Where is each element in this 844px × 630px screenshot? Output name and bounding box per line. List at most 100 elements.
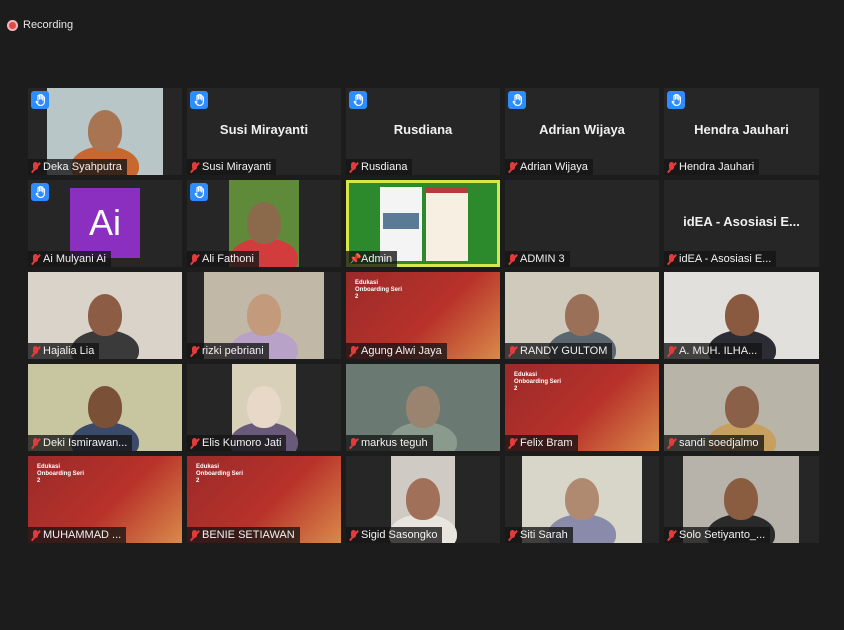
slide-title: Edukasi Onboarding Seri 2 bbox=[355, 280, 403, 300]
mic-muted-icon bbox=[31, 437, 40, 449]
participant-tile[interactable]: Sigid Sasongko bbox=[346, 456, 500, 543]
mic-muted-icon bbox=[508, 345, 517, 357]
mic-muted-icon bbox=[508, 253, 517, 265]
participant-name: sandi soedjalmo bbox=[679, 437, 759, 449]
participant-name-bar: Hajalia Lia bbox=[28, 343, 100, 359]
profile-logo: Ai bbox=[70, 188, 140, 258]
mic-muted-icon bbox=[31, 253, 40, 265]
participant-name: BENIE SETIAWAN bbox=[202, 529, 295, 541]
participant-tile[interactable]: Siti Sarah bbox=[505, 456, 659, 543]
shared-screen-page-left bbox=[380, 187, 422, 261]
participant-tile[interactable]: Hajalia Lia bbox=[28, 272, 182, 359]
participant-face bbox=[565, 478, 599, 520]
participant-name: RANDY GULTOM bbox=[520, 345, 608, 357]
participant-name-bar: Solo Setiyanto_... bbox=[664, 527, 771, 543]
participant-name-bar: Rusdiana bbox=[346, 159, 413, 175]
pin-icon: 📌 bbox=[349, 253, 362, 265]
participant-tile[interactable]: sandi soedjalmo bbox=[664, 364, 819, 451]
participant-name-bar: Adrian Wijaya bbox=[505, 159, 593, 175]
mic-muted-icon bbox=[349, 437, 358, 449]
participant-name: rizki pebriani bbox=[202, 345, 264, 357]
participant-face bbox=[565, 294, 599, 336]
participant-tile[interactable]: Edukasi Onboarding Seri 2 Felix Bram bbox=[505, 364, 659, 451]
participant-name: Ai Mulyani Ai bbox=[43, 253, 106, 265]
mic-muted-icon bbox=[190, 253, 199, 265]
participant-tile[interactable]: Deki Ismirawan... bbox=[28, 364, 182, 451]
participant-name: Solo Setiyanto_... bbox=[679, 529, 766, 541]
participant-name: A. MUH. ILHA... bbox=[679, 345, 758, 357]
participant-name: Ali Fathoni bbox=[202, 253, 254, 265]
mic-muted-icon bbox=[349, 161, 358, 173]
participant-tile[interactable]: Solo Setiyanto_... bbox=[664, 456, 819, 543]
participant-tile[interactable]: Adrian Wijaya Adrian Wijaya bbox=[505, 88, 659, 175]
participant-tile[interactable]: RANDY GULTOM bbox=[505, 272, 659, 359]
raised-hand-icon bbox=[190, 91, 208, 109]
raised-hand-icon bbox=[667, 91, 685, 109]
participant-tile[interactable]: Edukasi Onboarding Seri 2 BENIE SETIAWAN bbox=[187, 456, 341, 543]
participant-name-bar: Siti Sarah bbox=[505, 527, 573, 543]
participant-tile[interactable]: A. MUH. ILHA... bbox=[664, 272, 819, 359]
participant-name-bar: Hendra Jauhari bbox=[664, 159, 760, 175]
mic-muted-icon bbox=[667, 437, 676, 449]
participant-name-bar: Susi Mirayanti bbox=[187, 159, 277, 175]
participant-name: Felix Bram bbox=[520, 437, 573, 449]
shared-screen-image bbox=[383, 213, 419, 229]
mic-muted-icon bbox=[349, 345, 358, 357]
participant-name: markus teguh bbox=[361, 437, 428, 449]
participant-name-bar: Ali Fathoni bbox=[187, 251, 259, 267]
mic-muted-icon bbox=[667, 253, 676, 265]
participant-tile[interactable]: ADMIN 3 bbox=[505, 180, 659, 267]
participant-display-name: idEA - Asosiasi E... bbox=[683, 214, 800, 229]
mic-muted-icon bbox=[190, 529, 199, 541]
participant-tile[interactable]: Edukasi Onboarding Seri 2 MUHAMMAD ... bbox=[28, 456, 182, 543]
participant-name: Deki Ismirawan... bbox=[43, 437, 128, 449]
participant-name-bar: idEA - Asosiasi E... bbox=[664, 251, 777, 267]
participant-name: Sigid Sasongko bbox=[361, 529, 438, 541]
recording-label: Recording bbox=[23, 19, 74, 31]
participant-name-bar: sandi soedjalmo bbox=[664, 435, 764, 451]
participant-face bbox=[724, 478, 758, 520]
recording-indicator: Recording bbox=[7, 18, 73, 32]
participant-tile[interactable]: idEA - Asosiasi E... idEA - Asosiasi E... bbox=[664, 180, 819, 267]
participant-tile[interactable]: Susi Mirayanti Susi Mirayanti bbox=[187, 88, 341, 175]
participant-tile[interactable]: Hendra Jauhari Hendra Jauhari bbox=[664, 88, 819, 175]
participant-name: ADMIN 3 bbox=[520, 253, 565, 265]
participant-name-bar: Felix Bram bbox=[505, 435, 578, 451]
participant-tile[interactable]: Deka Syahputra bbox=[28, 88, 182, 175]
participant-tile[interactable]: Edukasi Onboarding Seri 2 Agung Alwi Jaya bbox=[346, 272, 500, 359]
participant-name-bar: Agung Alwi Jaya bbox=[346, 343, 447, 359]
participant-tile[interactable]: Ali Fathoni bbox=[187, 180, 341, 267]
participant-name: Elis Kumoro Jati bbox=[202, 437, 282, 449]
mic-muted-icon bbox=[190, 345, 199, 357]
participant-name: Susi Mirayanti bbox=[202, 161, 272, 173]
participant-display-name: Hendra Jauhari bbox=[694, 122, 789, 137]
participant-name-bar: Ai Mulyani Ai bbox=[28, 251, 111, 267]
participant-face bbox=[724, 386, 759, 428]
participant-display-name: Rusdiana bbox=[393, 122, 453, 137]
participant-face bbox=[88, 110, 122, 152]
participant-name: Deka Syahputra bbox=[43, 161, 122, 173]
participant-name-bar: Deka Syahputra bbox=[28, 159, 127, 175]
participant-name-bar: ADMIN 3 bbox=[505, 251, 570, 267]
participant-name: Admin bbox=[361, 253, 393, 265]
participant-name-bar: Deki Ismirawan... bbox=[28, 435, 133, 451]
participant-tile[interactable]: Rusdiana Rusdiana bbox=[346, 88, 500, 175]
mic-muted-icon bbox=[31, 345, 40, 357]
shared-screen-page-right bbox=[426, 187, 468, 261]
participant-name-bar: MUHAMMAD ... bbox=[28, 527, 127, 543]
participant-name-bar: RANDY GULTOM bbox=[505, 343, 613, 359]
participant-tile[interactable]: markus teguh bbox=[346, 364, 500, 451]
participant-tile[interactable]: Ai Ai Mulyani Ai bbox=[28, 180, 182, 267]
participant-name-bar: BENIE SETIAWAN bbox=[187, 527, 300, 543]
participant-tile[interactable]: rizki pebriani bbox=[187, 272, 341, 359]
participant-face bbox=[88, 294, 122, 336]
participant-name: Siti Sarah bbox=[520, 529, 568, 541]
raised-hand-icon bbox=[190, 183, 208, 201]
participant-name-bar: rizki pebriani bbox=[187, 343, 269, 359]
raised-hand-icon bbox=[31, 183, 49, 201]
participant-name: Rusdiana bbox=[361, 161, 408, 173]
participant-tile[interactable]: Elis Kumoro Jati bbox=[187, 364, 341, 451]
participant-name: Agung Alwi Jaya bbox=[361, 345, 442, 357]
participant-tile[interactable]: 📌 Admin bbox=[346, 180, 500, 267]
participant-name: Adrian Wijaya bbox=[520, 161, 588, 173]
